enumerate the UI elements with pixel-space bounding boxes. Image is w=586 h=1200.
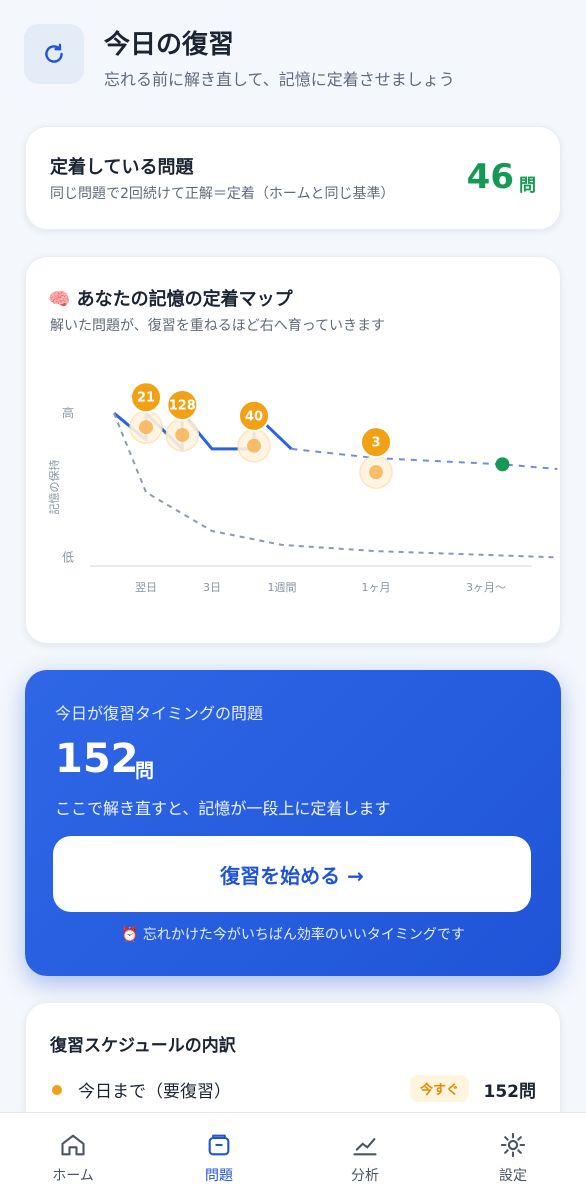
question-box-icon (208, 1134, 230, 1156)
tab-home[interactable]: ホーム (0, 1113, 146, 1200)
memory-retention-chart: 記憶の保持 高低翌日 3日 1週間 1ヶ月 3ヶ月〜 21 128 40 3 (47, 381, 558, 594)
chart-icon (353, 1138, 377, 1156)
review-hint: ⏰ 忘れかけた今がいちばん効率のいいタイミングです (121, 927, 465, 943)
x-tick-label: 3ヶ月〜 (466, 581, 506, 594)
y-tick-label: 高 (62, 405, 74, 420)
count-bubble-label: 128 (169, 398, 196, 413)
retained-card: 定着している問題 同じ問題で2回続けて正解＝定着（ホームと同じ基準） 46 問 (25, 126, 561, 230)
status-dot (52, 1085, 62, 1095)
home-icon (61, 1134, 85, 1156)
y-tick-label: 低 (62, 550, 74, 564)
page-title: 今日の復習 (104, 30, 235, 60)
tab-settings-label: 設定 (499, 1168, 527, 1184)
count-bubble-label: 3 (371, 436, 380, 451)
tab-questions[interactable]: 問題 (146, 1113, 292, 1200)
x-tick-label: 1ヶ月 (362, 581, 391, 594)
x-tick-label: 1週間 (268, 581, 297, 594)
bubble-dot (247, 438, 261, 453)
retained-subtitle: 同じ問題で2回続けて正解＝定着（ホームと同じ基準） (50, 186, 395, 202)
review-description: ここで解き直すと、記憶が一段上に定着します (55, 799, 391, 818)
review-count: 152 (55, 736, 139, 782)
y-axis-label: 記憶の保持 (47, 460, 61, 515)
review-card: 今日が復習タイミングの問題 152 問 ここで解き直すと、記憶が一段上に定着しま… (25, 670, 561, 976)
schedule-row-value: 152問 (483, 1082, 537, 1102)
retained-unit: 問 (519, 176, 536, 196)
tab-analysis-label: 分析 (351, 1168, 379, 1184)
bottom-tab-bar: ホーム 問題 分析 設定 (0, 1112, 586, 1200)
series-line (291, 447, 558, 470)
schedule-title: 復習スケジュールの内訳 (50, 1036, 236, 1056)
status-badge: 今すぐ (410, 1075, 470, 1102)
review-label: 今日が復習タイミングの問題 (55, 704, 264, 723)
refresh-icon[interactable] (24, 24, 84, 84)
gear-icon (500, 1132, 526, 1158)
review-unit: 問 (135, 760, 155, 782)
tab-home-label: ホーム (52, 1168, 94, 1184)
memory-map-card: 🧠 あなたの記憶の定着マップ 解いた問題が、復習を重ねるほど右へ育っていきます … (25, 256, 561, 644)
tab-settings[interactable]: 設定 (440, 1113, 586, 1200)
tab-questions-label: 問題 (205, 1168, 233, 1184)
goal-point (495, 457, 510, 472)
page-subtitle: 忘れる前に解き直して、記憶に定着させましょう (104, 70, 455, 89)
retained-count: 46 (466, 157, 514, 197)
bubble-dot (139, 420, 153, 435)
tab-analysis[interactable]: 分析 (292, 1113, 438, 1200)
x-tick-label: 翌日 (135, 581, 157, 594)
x-tick-label: 3日 (203, 581, 221, 594)
schedule-row-label: 今日まで（要復習） (78, 1082, 231, 1102)
retained-title: 定着している問題 (50, 157, 194, 178)
count-bubble-label: 40 (245, 409, 263, 424)
page-header: 今日の復習 忘れる前に解き直して、記憶に定着させましょう (24, 18, 566, 89)
count-bubble-label: 21 (137, 391, 155, 406)
bubble-dot (369, 465, 383, 480)
bubble-dot (175, 427, 190, 442)
start-review-button[interactable]: 復習を始める → (53, 836, 531, 912)
